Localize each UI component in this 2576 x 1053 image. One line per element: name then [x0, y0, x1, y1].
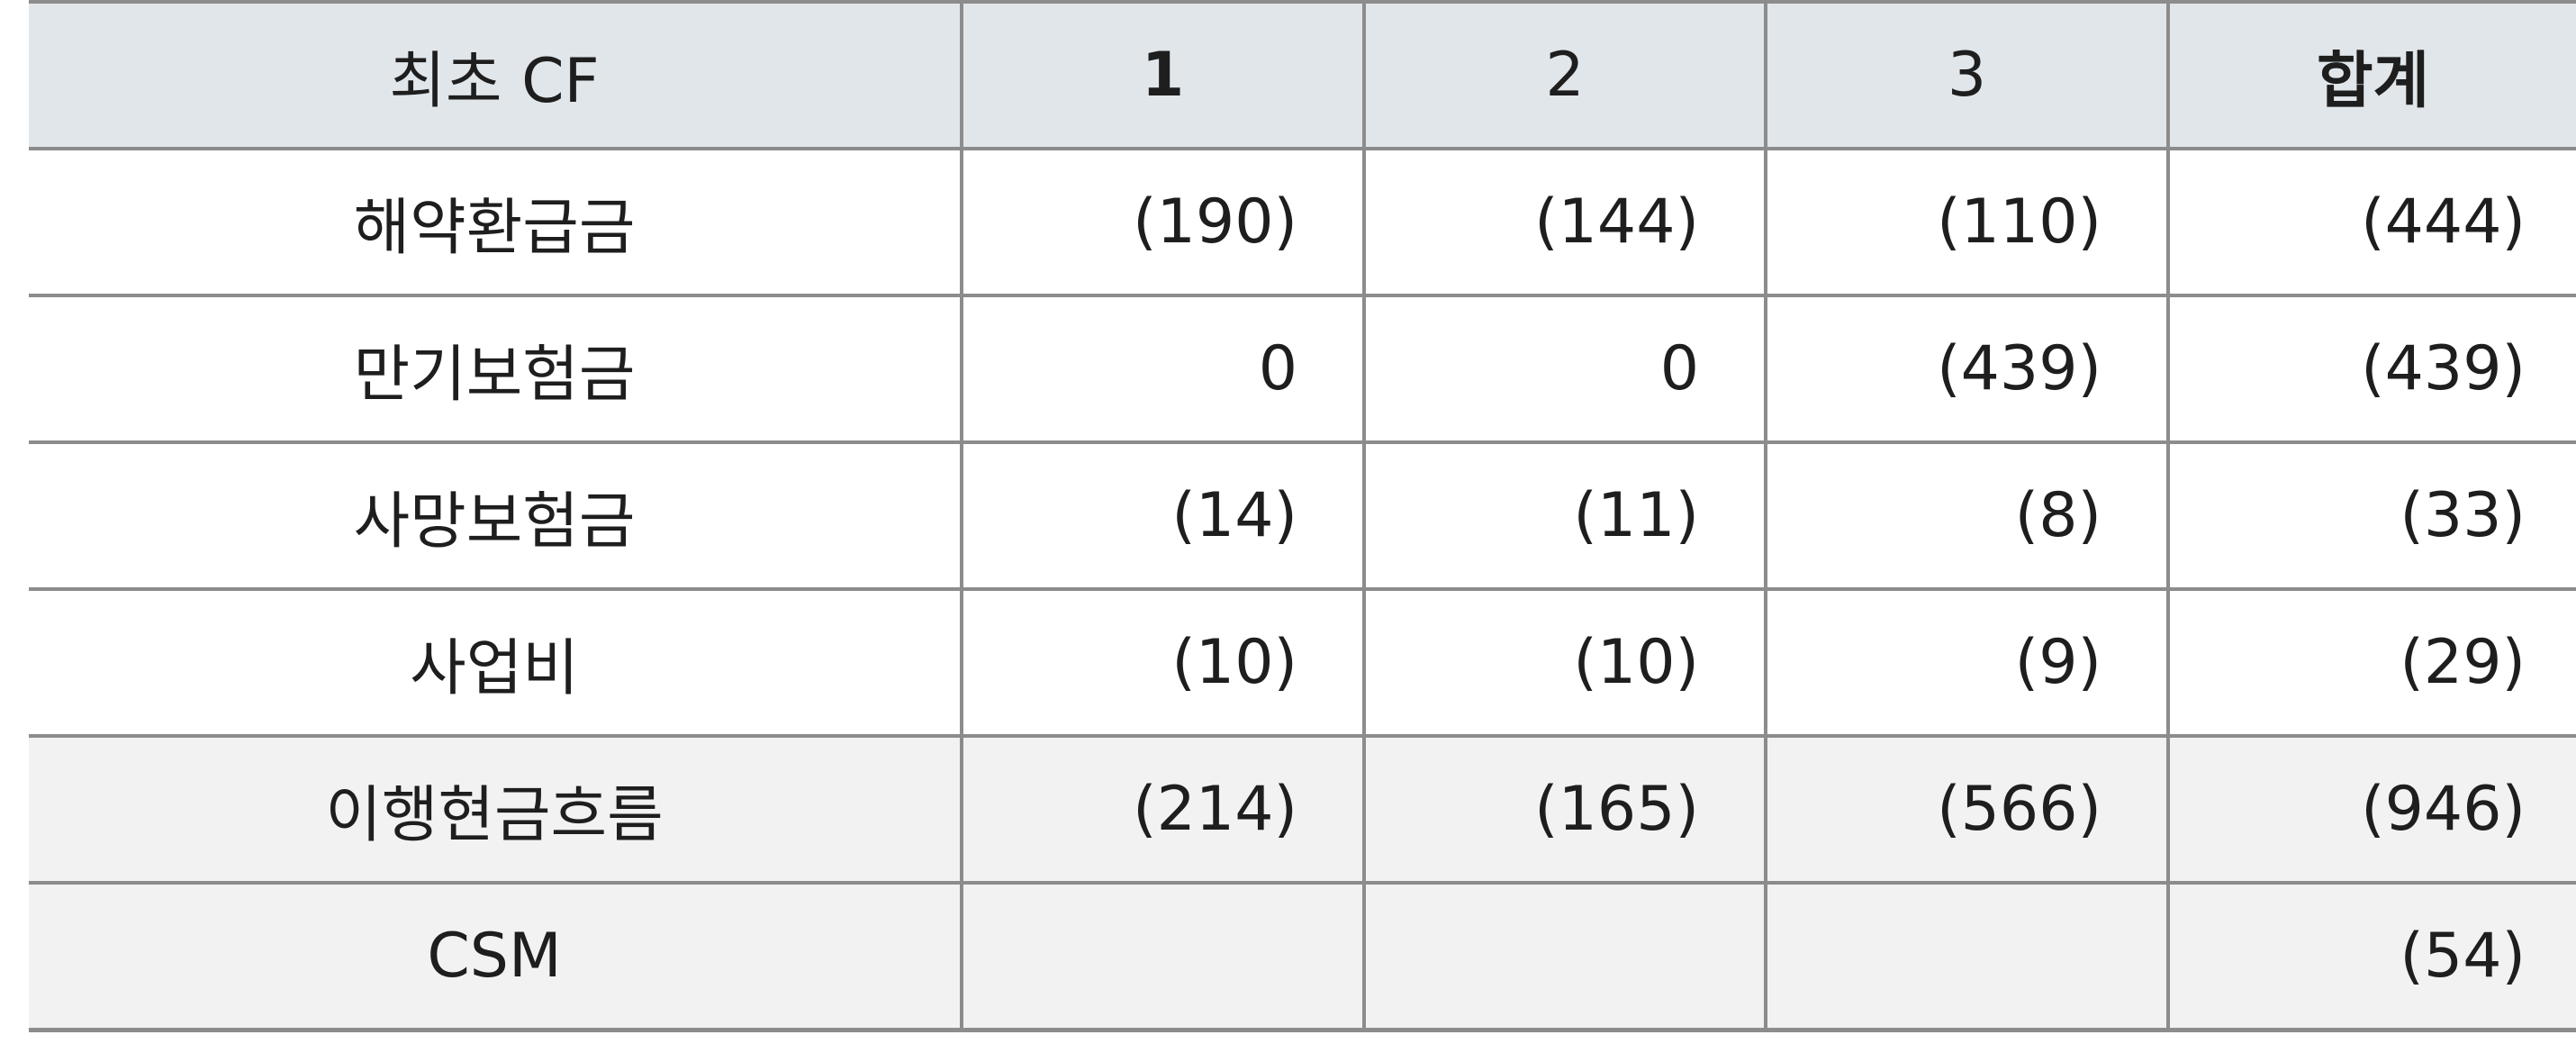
table-cell: (9)	[1764, 589, 2168, 738]
header-total: 합계	[2166, 0, 2576, 150]
table-cell: (144)	[1362, 149, 1766, 297]
table-cell: (33)	[2166, 442, 2576, 591]
table-cell: (10)	[1362, 589, 1766, 738]
header-period-1: 1	[960, 0, 1364, 150]
table-cell: (444)	[2166, 149, 2576, 297]
table-cell: (214)	[960, 736, 1364, 885]
header-initial-cf: 최초 CF	[29, 0, 962, 150]
table-cell: (946)	[2166, 736, 2576, 885]
table-cell: (165)	[1362, 736, 1766, 885]
cash-flow-table: 최초 CF 1 2 3 합계 해약환급금 (190) (144) (110) (…	[29, 0, 2576, 1032]
row-label: 해약환급금	[29, 149, 962, 297]
row-label: 사업비	[29, 589, 962, 738]
table-cell: (11)	[1362, 442, 1766, 591]
table-cell: (8)	[1764, 442, 2168, 591]
row-label: 사망보험금	[29, 442, 962, 591]
table-cell: (10)	[960, 589, 1364, 738]
table-cell: (439)	[1764, 295, 2168, 444]
header-period-3: 3	[1764, 0, 2168, 150]
table-cell: (14)	[960, 442, 1364, 591]
table-row: 사망보험금 (14) (11) (8) (33)	[29, 442, 2576, 591]
table-cell: (439)	[2166, 295, 2576, 444]
row-label: CSM	[29, 883, 962, 1032]
table-row: 해약환급금 (190) (144) (110) (444)	[29, 149, 2576, 297]
row-label: 만기보험금	[29, 295, 962, 444]
table-cell	[1764, 883, 2168, 1032]
header-period-2: 2	[1362, 0, 1766, 150]
table-cell: (29)	[2166, 589, 2576, 738]
table-row: 만기보험금 0 0 (439) (439)	[29, 295, 2576, 444]
table-row: CSM (54)	[29, 883, 2576, 1032]
header-row: 최초 CF 1 2 3 합계	[29, 0, 2576, 150]
cf-table-container: 최초 CF 1 2 3 합계 해약환급금 (190) (144) (110) (…	[29, 0, 2576, 1032]
table-cell	[960, 883, 1364, 1032]
table-row: 사업비 (10) (10) (9) (29)	[29, 589, 2576, 738]
table-cell: 0	[1362, 295, 1766, 444]
table-cell: 0	[960, 295, 1364, 444]
table-cell	[1362, 883, 1766, 1032]
table-cell: (110)	[1764, 149, 2168, 297]
row-label: 이행현금흐름	[29, 736, 962, 885]
table-cell: (190)	[960, 149, 1364, 297]
table-row: 이행현금흐름 (214) (165) (566) (946)	[29, 736, 2576, 885]
table-cell: (54)	[2166, 883, 2576, 1032]
table-cell: (566)	[1764, 736, 2168, 885]
